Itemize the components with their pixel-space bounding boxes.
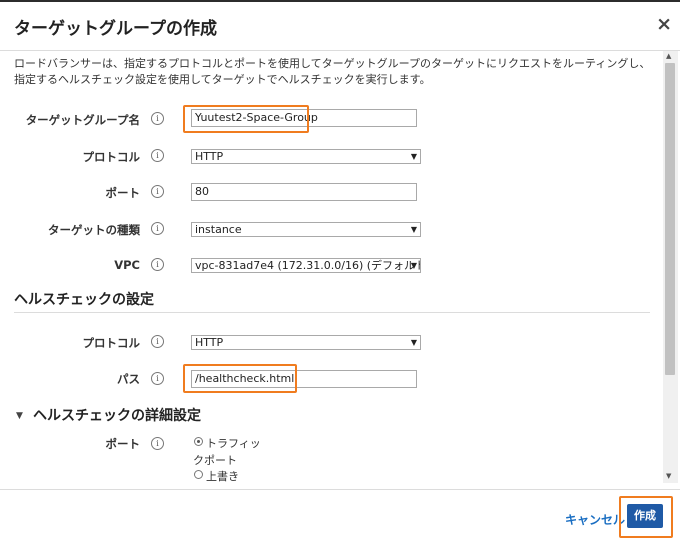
port-label: ポート <box>105 186 141 200</box>
health-check-protocol-select[interactable]: HTTP ▼ <box>191 335 421 350</box>
override-port-label: 上書き <box>206 470 239 483</box>
create-button[interactable]: 作成 <box>627 504 663 528</box>
dialog-footer: キャンセル 作成 <box>0 489 680 538</box>
dropdown-arrow-icon: ▼ <box>410 225 417 234</box>
scroll-down-arrow-icon[interactable]: ▼ <box>666 472 671 480</box>
info-icon[interactable]: i <box>151 185 164 198</box>
advanced-section-title[interactable]: ヘルスチェックの詳細設定 <box>33 405 201 425</box>
health-check-protocol-select-value: HTTP <box>195 336 224 349</box>
highlight-box <box>183 105 309 133</box>
protocol-select[interactable]: HTTP ▼ <box>191 149 421 164</box>
info-icon[interactable]: i <box>151 258 164 271</box>
vpc-label: VPC <box>114 258 140 272</box>
health-check-protocol-label: プロトコル <box>82 336 141 350</box>
port-input[interactable]: 80 <box>191 183 417 201</box>
vpc-select-value: vpc-831ad7e4 (172.31.0.0/16) (デフォルト\ <box>195 259 421 272</box>
close-icon[interactable]: × <box>656 15 672 34</box>
vertical-scrollbar[interactable]: ▲ ▼ <box>663 51 678 483</box>
traffic-port-label-line2: クポート <box>193 454 237 467</box>
vpc-select[interactable]: vpc-831ad7e4 (172.31.0.0/16) (デフォルト\ ▼ <box>191 258 421 273</box>
target-type-select[interactable]: instance ▼ <box>191 222 421 237</box>
health-check-path-label: パス <box>117 372 140 386</box>
target-type-label: ターゲットの種類 <box>48 223 140 237</box>
dropdown-arrow-icon: ▼ <box>410 152 417 161</box>
scroll-up-arrow-icon[interactable]: ▲ <box>666 52 671 60</box>
dialog-body: ロードバランサーは、指定するプロトコルとポートを使用してターゲットグループのター… <box>0 51 662 483</box>
target-group-name-label: ターゲットグループ名 <box>25 113 140 127</box>
info-icon[interactable]: i <box>151 112 164 125</box>
dialog-title: ターゲットグループの作成 <box>14 19 217 39</box>
target-type-select-value: instance <box>195 223 242 236</box>
dropdown-arrow-icon: ▼ <box>410 338 417 347</box>
section-divider <box>14 312 650 313</box>
override-port-radio[interactable] <box>194 470 203 479</box>
cancel-button[interactable]: キャンセル <box>565 511 625 528</box>
traffic-port-radio[interactable] <box>194 437 203 446</box>
info-icon[interactable]: i <box>151 372 164 385</box>
info-icon[interactable]: i <box>151 149 164 162</box>
info-icon[interactable]: i <box>151 437 164 450</box>
protocol-label: プロトコル <box>82 150 141 164</box>
scrollbar-thumb[interactable] <box>665 63 675 375</box>
dialog-header: ターゲットグループの作成 × <box>0 2 680 51</box>
advanced-port-label: ポート <box>105 437 141 451</box>
protocol-select-value: HTTP <box>195 150 224 163</box>
health-check-section-title: ヘルスチェックの設定 <box>14 292 154 308</box>
dialog-description: ロードバランサーは、指定するプロトコルとポートを使用してターゲットグループのター… <box>14 57 651 86</box>
collapse-caret-icon[interactable]: ▼ <box>16 411 23 421</box>
dropdown-arrow-icon: ▼ <box>410 261 417 270</box>
highlight-box <box>183 364 297 393</box>
info-icon[interactable]: i <box>151 335 164 348</box>
info-icon[interactable]: i <box>151 222 164 235</box>
traffic-port-label-line1: トラフィッ <box>206 437 261 450</box>
